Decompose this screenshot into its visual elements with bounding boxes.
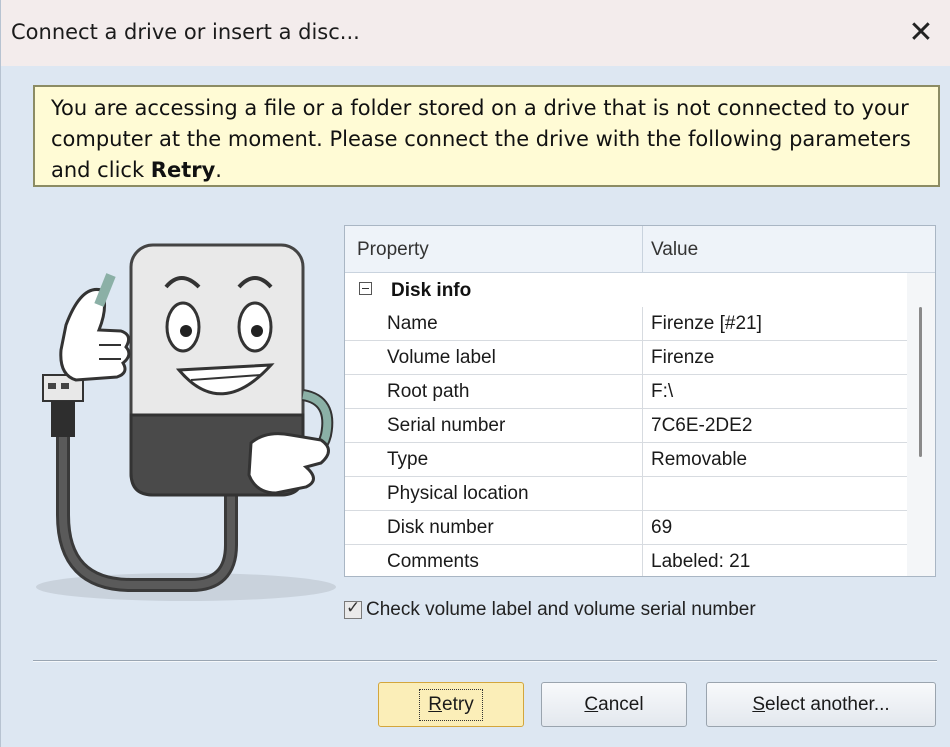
table-row[interactable]: Type Removable [345,443,907,477]
column-header-value[interactable]: Value [651,239,698,261]
property-value: 69 [651,517,673,538]
group-row-disk-info[interactable]: Disk info [345,273,905,307]
check-volume-checkbox[interactable]: ✓ [344,598,362,619]
property-value: F:\ [651,381,674,402]
divider-highlight [33,661,937,662]
retry-button[interactable]: Retry [378,682,524,727]
property-name: Root path [387,381,470,402]
property-value: Firenze [651,347,715,368]
property-value: Labeled: 21 [651,551,751,572]
retry-rest: etry [442,693,474,715]
property-name: Name [387,313,438,334]
disk-info-grid[interactable]: Property Value Disk info Name Firenze [#… [344,225,936,577]
table-row[interactable]: Volume label Firenze [345,341,907,375]
property-name: Type [387,449,429,470]
table-row[interactable]: Serial number 7C6E-2DE2 [345,409,907,443]
cell-separator [642,545,643,576]
checkmark-icon: ✓ [346,598,361,618]
cell-separator [642,341,643,375]
checkbox-label[interactable]: Check volume label and volume serial num… [366,599,756,621]
scrollbar-thumb[interactable] [919,307,922,457]
cancel-rest: ancel [598,693,644,715]
window-title: Connect a drive or insert a disc... [11,20,360,44]
select-mnemonic: S [752,693,766,715]
property-name: Disk number [387,517,494,538]
cancel-mnemonic: C [584,693,599,715]
property-value: Removable [651,449,748,470]
group-label: Disk info [391,280,472,301]
collapse-icon[interactable] [359,282,372,295]
property-name: Physical location [387,483,529,504]
close-button[interactable]: ✕ [891,0,950,66]
select-another-button[interactable]: Select another... [706,682,936,727]
table-row[interactable]: Comments Labeled: 21 [345,545,907,576]
property-value: Firenze [#21] [651,313,762,334]
cancel-button[interactable]: Cancel [541,682,687,727]
dialog-window: Connect a drive or insert a disc... ✕ Yo… [0,0,950,747]
vertical-scrollbar[interactable] [907,273,935,576]
cell-separator [642,375,643,409]
info-message: You are accessing a file or a folder sto… [33,85,940,187]
cell-separator [642,443,643,477]
check-volume-checkbox-row[interactable]: ✓ Check volume label and volume serial n… [344,597,756,623]
property-name: Volume label [387,347,496,368]
usb-drive-mascot-illustration [36,243,336,601]
retry-mnemonic: R [428,693,443,715]
table-row[interactable]: Name Firenze [#21] [345,307,907,341]
table-row[interactable]: Physical location [345,477,907,511]
property-name: Comments [387,551,479,572]
property-value: 7C6E-2DE2 [651,415,753,436]
close-icon: ✕ [908,15,934,50]
cell-separator [642,477,643,511]
message-bold-retry: Retry [150,158,216,182]
select-rest: elect another... [765,693,890,715]
retry-button-label: Retry [419,688,483,721]
cancel-button-label: Cancel [584,694,643,716]
property-name: Serial number [387,415,506,436]
cell-separator [642,409,643,443]
title-bar: Connect a drive or insert a disc... ✕ [1,0,950,66]
cell-separator [642,307,643,341]
message-end: . [215,158,222,182]
cell-separator [642,511,643,545]
grid-header: Property Value [345,226,935,273]
table-row[interactable]: Disk number 69 [345,511,907,545]
select-another-button-label: Select another... [752,694,889,716]
header-separator [642,226,643,272]
column-header-property[interactable]: Property [357,239,429,261]
table-row[interactable]: Root path F:\ [345,375,907,409]
